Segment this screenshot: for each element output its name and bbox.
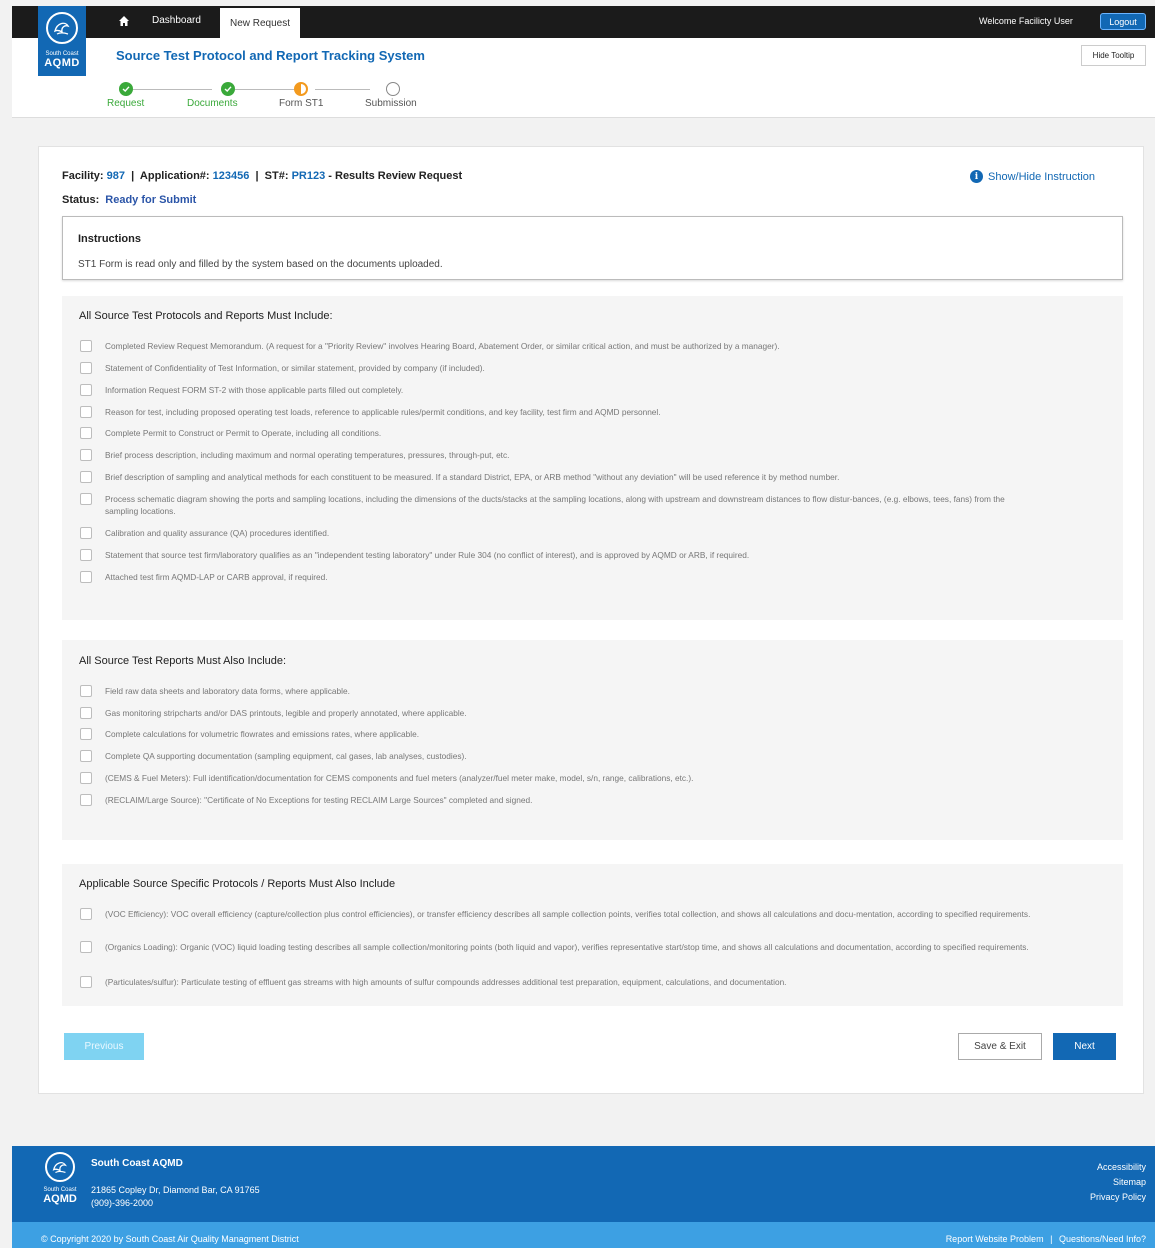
checkbox[interactable] [80,908,92,920]
step-form-st1-label[interactable]: Form ST1 [279,98,323,109]
stepper-connector [132,89,212,90]
checkbox[interactable] [80,471,92,483]
footer-link-accessibility[interactable]: Accessibility [1097,1162,1146,1172]
step-documents-label[interactable]: Documents [187,98,238,109]
instructions-title: Instructions [78,233,141,245]
footer-bottom-links: Report Website Problem | Questions/Need … [946,1234,1146,1244]
checkbox[interactable] [80,340,92,352]
instructions-text: ST1 Form is read only and filled by the … [78,259,443,270]
facility-id: 987 [106,170,125,182]
footer-address: 21865 Copley Dr, Diamond Bar, CA 91765 [91,1185,260,1195]
checklist-item: Completed Review Request Memorandum. (A … [80,340,1035,352]
checklist-item: Calibration and quality assurance (QA) p… [80,527,1035,539]
section-title: All Source Test Protocols and Reports Mu… [79,310,333,322]
st-number: PR123 [291,170,326,182]
save-exit-button[interactable]: Save & Exit [958,1033,1042,1060]
welcome-text: Welcome Facilicty User [979,16,1073,26]
footer-phone: (909)-396-2000 [91,1198,154,1208]
status-line: Status: Ready for Submit [62,194,197,206]
report-problem-link[interactable]: Report Website Problem [946,1234,1044,1244]
step-documents-check-icon [221,82,235,96]
system-title: Source Test Protocol and Report Tracking… [116,48,425,63]
checklist-item: Statement of Confidentiality of Test Inf… [80,362,1035,374]
section-reports: All Source Test Reports Must Also Includ… [62,640,1123,840]
checkbox[interactable] [80,941,92,953]
step-form-st1-progress-icon [294,82,308,96]
checkbox[interactable] [80,406,92,418]
show-hide-instruction-link[interactable]: i Show/Hide Instruction [970,170,1095,183]
step-request-label[interactable]: Request [107,98,144,109]
checkbox[interactable] [80,707,92,719]
nav-dashboard-link[interactable]: Dashboard [152,15,201,26]
nav-new-request-tab[interactable]: New Request [220,8,300,38]
checklist-item: Gas monitoring stripcharts and/or DAS pr… [80,707,1035,719]
section-protocols-reports: All Source Test Protocols and Reports Mu… [62,296,1123,620]
footer [12,1146,1155,1222]
footer-logo[interactable]: South Coast AQMD [38,1152,82,1205]
logo-big-text: AQMD [44,57,80,69]
previous-button[interactable]: Previous [64,1033,144,1060]
checkbox[interactable] [80,549,92,561]
checklist-item: Complete QA supporting documentation (sa… [80,750,1035,762]
footer-logo-icon [45,1152,75,1182]
checkbox[interactable] [80,493,92,505]
step-submission-circle-icon [386,82,400,96]
checklist-item: (Particulates/sulfur): Particulate testi… [80,976,1035,988]
checklist-item: Reason for test, including proposed oper… [80,406,1035,418]
aqmd-logo-icon [46,12,78,44]
stepper-connector [235,89,295,90]
checkbox[interactable] [80,976,92,988]
checklist-item: (CEMS & Fuel Meters): Full identificatio… [80,772,1035,784]
stepper-connector [315,89,370,90]
logout-button[interactable]: Logout [1100,13,1146,30]
section-title: All Source Test Reports Must Also Includ… [79,655,287,667]
checkbox[interactable] [80,728,92,740]
checklist-item: Complete calculations for volumetric flo… [80,728,1035,740]
next-button[interactable]: Next [1053,1033,1116,1060]
checklist-item: Attached test firm AQMD-LAP or CARB appr… [80,571,1035,583]
checklist-item: (RECLAIM/Large Source): "Certificate of … [80,794,1035,806]
checkbox[interactable] [80,571,92,583]
checklist-item: Complete Permit to Construct or Permit t… [80,427,1035,439]
checkbox[interactable] [80,527,92,539]
checklist-item: Information Request FORM ST-2 with those… [80,384,1035,396]
checklist-item: Statement that source test firm/laborato… [80,549,1035,561]
aqmd-logo[interactable]: South Coast AQMD [38,6,86,76]
section-source-specific: Applicable Source Specific Protocols / R… [62,864,1123,1006]
checkbox[interactable] [80,449,92,461]
checkbox[interactable] [80,750,92,762]
checklist-item: Field raw data sheets and laboratory dat… [80,685,1035,697]
copyright-text: © Copyright 2020 by South Coast Air Qual… [41,1234,299,1244]
step-submission-label[interactable]: Submission [365,98,417,109]
step-request-check-icon [119,82,133,96]
home-icon[interactable] [118,15,130,27]
checkbox[interactable] [80,772,92,784]
footer-org-name: South Coast AQMD [91,1158,183,1169]
status-value: Ready for Submit [105,194,197,206]
instructions-box: Instructions ST1 Form is read only and f… [62,216,1123,280]
checklist-item: (VOC Efficiency): VOC overall efficiency… [80,908,1035,920]
checkbox[interactable] [80,362,92,374]
footer-logo-big-text: AQMD [43,1193,77,1205]
questions-link[interactable]: Questions/Need Info? [1059,1234,1146,1244]
checklist-item: (Organics Loading): Organic (VOC) liquid… [80,941,1035,953]
checkbox[interactable] [80,384,92,396]
request-summary: Facility: 987 | Application#: 123456 | S… [62,170,463,182]
application-number: 123456 [212,170,250,182]
checklist-item: Brief process description, including max… [80,449,1035,461]
checklist-item: Process schematic diagram showing the po… [80,493,1035,517]
checkbox[interactable] [80,427,92,439]
link-separator: | [1050,1234,1053,1244]
checkbox[interactable] [80,794,92,806]
hide-tooltip-button[interactable]: Hide Tooltip [1081,45,1146,66]
checklist-item: Brief description of sampling and analyt… [80,471,1035,483]
footer-link-sitemap[interactable]: Sitemap [1113,1177,1146,1187]
info-icon: i [970,170,983,183]
footer-link-privacy[interactable]: Privacy Policy [1090,1192,1146,1202]
section-title: Applicable Source Specific Protocols / R… [79,878,396,890]
checkbox[interactable] [80,685,92,697]
